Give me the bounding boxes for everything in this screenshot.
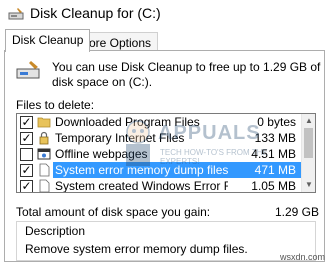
- window-title: Disk Cleanup for (C:): [30, 5, 161, 21]
- scroll-down-icon[interactable]: ▼: [304, 180, 314, 190]
- checkbox[interactable]: ✓: [20, 131, 33, 145]
- total-value: 1.29 GB: [274, 205, 319, 219]
- checkbox[interactable]: [20, 148, 33, 161]
- file-size: 133 MB: [254, 131, 296, 145]
- list-item[interactable]: ✓ Downloaded Program Files 0 bytes: [17, 114, 302, 130]
- scroll-up-icon[interactable]: ▲: [304, 116, 314, 126]
- files-list[interactable]: ✓ Downloaded Program Files 0 bytes ✓ Tem…: [16, 113, 316, 193]
- lock-icon: [39, 131, 49, 145]
- file-name: Temporary Internet Files: [55, 131, 185, 145]
- checkbox[interactable]: ✓: [20, 115, 33, 129]
- tab-disk-cleanup[interactable]: Disk Cleanup: [5, 29, 91, 52]
- site-watermark: wsxdn.com: [279, 252, 325, 262]
- file-size: 4.51 MB: [251, 147, 296, 161]
- file-icon: [39, 179, 50, 192]
- folder-icon: [37, 117, 51, 128]
- list-item[interactable]: ✓ Temporary Internet Files 133 MB: [17, 130, 302, 146]
- file-name: Offline webpages: [55, 147, 148, 161]
- files-to-delete-label: Files to delete:: [16, 98, 95, 112]
- file-size: 0 bytes: [257, 115, 296, 129]
- list-item[interactable]: Offline webpages 4.51 MB: [17, 146, 302, 162]
- file-size: 471 MB: [228, 162, 302, 178]
- file-size: 1.05 MB: [251, 179, 296, 193]
- description-title: Description: [25, 224, 86, 238]
- intro-text: You can use Disk Cleanup to free up to 1…: [52, 60, 321, 89]
- file-name: System created Windows Error Reporti...: [55, 179, 228, 193]
- tab-strip: Disk Cleanup More Options: [0, 28, 329, 52]
- description-group: Description Remove system error memory d…: [16, 221, 316, 261]
- checkbox[interactable]: ✓: [20, 163, 33, 177]
- file-icon: [39, 163, 50, 177]
- webpage-icon: [37, 148, 51, 160]
- file-name: Downloaded Program Files: [55, 115, 200, 129]
- list-item[interactable]: ✓ System created Windows Error Reporti..…: [17, 178, 302, 193]
- file-name: System error memory dump files: [53, 162, 228, 178]
- description-text: Remove system error memory dump files.: [25, 242, 248, 256]
- drive-cleanup-icon: [16, 61, 40, 79]
- list-scrollbar[interactable]: ▲ ▼: [301, 114, 315, 192]
- disk-cleanup-icon: [8, 8, 24, 20]
- title-bar: Disk Cleanup for (C:): [0, 0, 329, 28]
- scrollbar-thumb[interactable]: [304, 128, 313, 158]
- total-label: Total amount of disk space you gain:: [16, 205, 211, 219]
- checkbox[interactable]: ✓: [20, 179, 33, 192]
- list-item[interactable]: ✓ System error memory dump files 471 MB: [17, 162, 302, 178]
